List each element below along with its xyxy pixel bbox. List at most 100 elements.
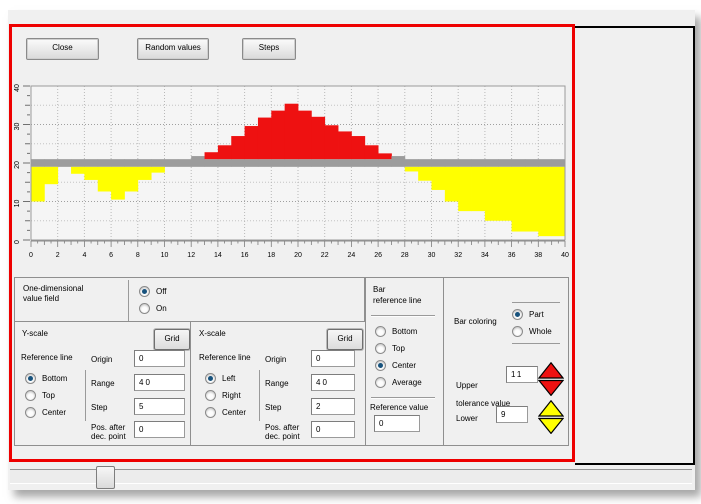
radio-left[interactable]: Left bbox=[205, 370, 257, 387]
y-axis-label: 30 bbox=[14, 123, 21, 131]
radio-center[interactable]: Center bbox=[205, 404, 257, 421]
y-step-input[interactable] bbox=[134, 398, 185, 415]
bar-below-segment bbox=[124, 167, 138, 192]
app-window: Close Random values Steps 01020304002468… bbox=[8, 10, 695, 490]
radio-top[interactable]: Top bbox=[375, 340, 422, 357]
canvas-right-area bbox=[575, 26, 695, 465]
x-axis-label: 22 bbox=[321, 252, 329, 259]
up-arrow-icon[interactable] bbox=[539, 363, 563, 378]
bar-band-segment bbox=[445, 159, 459, 167]
radio-whole[interactable]: Whole bbox=[512, 323, 560, 340]
radio-label: On bbox=[156, 304, 167, 313]
horizontal-scrollbar-thumb[interactable] bbox=[96, 466, 115, 489]
x-reference-line-label: Reference line bbox=[199, 353, 251, 363]
x-step-input[interactable] bbox=[311, 398, 355, 415]
y-decimals-label: Pos. after dec. point bbox=[91, 423, 133, 441]
steps-button[interactable]: Steps bbox=[242, 38, 296, 60]
radio-label: Top bbox=[42, 391, 55, 400]
bar-band-segment bbox=[525, 159, 539, 167]
radio-icon bbox=[512, 309, 523, 320]
bar-band-segment bbox=[98, 159, 112, 167]
y-axis-label: 40 bbox=[14, 84, 21, 92]
x-range-input[interactable] bbox=[311, 374, 355, 391]
x-scale-box: X-scale Grid Reference line LeftRightCen… bbox=[190, 321, 367, 446]
radio-icon bbox=[25, 373, 36, 384]
bar-below-segment bbox=[151, 167, 165, 173]
bar-band-segment bbox=[311, 159, 325, 167]
bar-below-segment bbox=[138, 167, 152, 180]
bar-band-segment bbox=[178, 159, 192, 167]
y-axis-label: 10 bbox=[14, 200, 21, 208]
radio-bottom[interactable]: Bottom bbox=[25, 370, 83, 387]
bar-below-segment bbox=[418, 167, 432, 181]
bar-below-segment bbox=[84, 167, 98, 180]
bar-band-segment bbox=[538, 159, 552, 167]
bar-band-segment bbox=[298, 159, 312, 167]
radio-icon bbox=[375, 360, 386, 371]
y-origin-input[interactable] bbox=[134, 350, 185, 367]
y-scale-grid-button[interactable]: Grid bbox=[154, 329, 190, 350]
down-arrow-icon[interactable] bbox=[539, 381, 563, 396]
lower-label: Lower bbox=[456, 414, 478, 424]
bar-below-segment bbox=[432, 167, 446, 190]
up-arrow-icon[interactable] bbox=[539, 401, 563, 416]
radio-icon bbox=[139, 286, 150, 297]
radio-average[interactable]: Average bbox=[375, 374, 422, 391]
radio-label: Part bbox=[529, 310, 544, 319]
bar-above-segment bbox=[231, 136, 245, 159]
bar-below-segment bbox=[458, 167, 472, 211]
upper-tolerance-input[interactable] bbox=[506, 366, 538, 383]
bar-band-segment bbox=[84, 159, 98, 167]
bar-band-segment bbox=[365, 159, 379, 167]
bar-above-segment bbox=[271, 111, 285, 160]
x-scale-grid-button[interactable]: Grid bbox=[327, 329, 363, 350]
close-button[interactable]: Close bbox=[26, 38, 99, 60]
bar-below-segment bbox=[71, 167, 85, 174]
radio-center[interactable]: Center bbox=[25, 404, 83, 421]
upper-label: Upper bbox=[456, 381, 478, 391]
bar-above-segment bbox=[218, 145, 232, 159]
bar-band-segment bbox=[378, 159, 392, 167]
y-range-input[interactable] bbox=[134, 374, 185, 391]
reference-value-label: Reference value bbox=[370, 403, 428, 413]
down-arrow-icon[interactable] bbox=[539, 419, 563, 434]
x-axis-label: 16 bbox=[241, 252, 249, 259]
x-axis-label: 38 bbox=[534, 252, 542, 259]
y-scale-title: Y-scale bbox=[22, 329, 48, 339]
bar-chart: 0102030400246810121416182022242628303234… bbox=[12, 73, 572, 265]
random-values-button[interactable]: Random values bbox=[137, 38, 209, 60]
radio-off[interactable]: Off bbox=[139, 283, 247, 300]
radio-bottom[interactable]: Bottom bbox=[375, 323, 422, 340]
bar-above-segment bbox=[258, 118, 272, 160]
radio-label: Top bbox=[392, 344, 405, 353]
reference-value-input[interactable] bbox=[374, 415, 420, 432]
y-decimals-input[interactable] bbox=[134, 421, 185, 438]
bar-band-segment bbox=[231, 159, 245, 167]
radio-label: Center bbox=[42, 408, 66, 417]
radio-part[interactable]: Part bbox=[512, 306, 560, 323]
radio-icon bbox=[512, 326, 523, 337]
x-axis-label: 2 bbox=[56, 252, 60, 259]
bar-band-segment bbox=[472, 159, 486, 167]
lower-tolerance-spinner[interactable] bbox=[538, 400, 564, 434]
bar-band-segment bbox=[338, 159, 352, 167]
bar-above-segment bbox=[338, 131, 352, 159]
lower-tolerance-input[interactable] bbox=[496, 406, 528, 423]
x-axis-label: 14 bbox=[214, 252, 222, 259]
x-decimals-input[interactable] bbox=[311, 421, 355, 438]
bar-band-segment bbox=[351, 159, 365, 167]
bar-above-segment bbox=[298, 111, 312, 160]
upper-tolerance-spinner[interactable] bbox=[538, 362, 564, 396]
radio-center[interactable]: Center bbox=[375, 357, 422, 374]
y-origin-label: Origin bbox=[91, 355, 112, 364]
bar-band-segment bbox=[391, 156, 405, 167]
radio-top[interactable]: Top bbox=[25, 387, 83, 404]
bar-band-segment bbox=[552, 159, 566, 167]
radio-on[interactable]: On bbox=[139, 300, 247, 317]
bar-band-segment bbox=[191, 156, 205, 167]
y-axis-label: 20 bbox=[14, 161, 21, 169]
radio-right[interactable]: Right bbox=[205, 387, 257, 404]
x-origin-input[interactable] bbox=[311, 350, 355, 367]
bar-band-segment bbox=[44, 159, 58, 167]
x-step-label: Step bbox=[265, 403, 281, 412]
